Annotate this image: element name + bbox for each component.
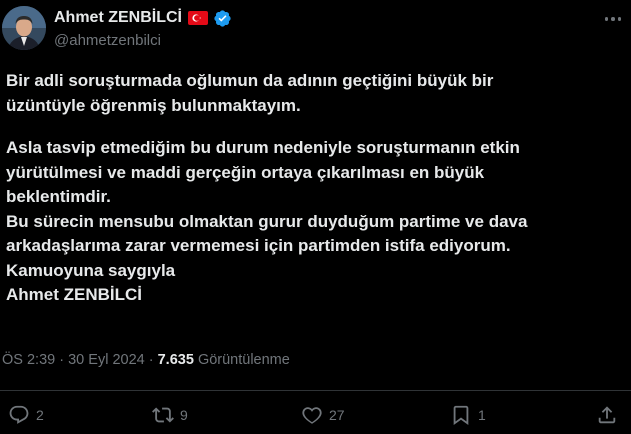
tweet-line: yürütülmesi ve maddi gerçeğin ortaya çık… <box>6 162 485 182</box>
reply-button[interactable]: 2 <box>8 402 44 428</box>
share-icon <box>598 406 616 424</box>
author-handle[interactable]: @ahmetzenbilci <box>54 32 161 49</box>
bookmark-button[interactable]: 1 <box>450 402 486 428</box>
reply-icon <box>9 405 29 424</box>
meta-separator: · <box>148 352 154 368</box>
tweet-line: arkadaşlarıma zarar vermemesi için parti… <box>6 236 511 255</box>
verified-badge-icon <box>214 10 231 27</box>
like-button[interactable]: 27 <box>301 402 345 428</box>
tweet-line: Asla tasvip etmediğim bu durum nedeniyle… <box>6 138 520 157</box>
tweet-line: Bir adli soruşturmada oğlumun da adının … <box>6 71 494 90</box>
repost-count: 9 <box>180 407 188 423</box>
tweet-line: beklentimdir. <box>6 187 111 206</box>
view-count-label: Görüntülenme <box>197 352 290 368</box>
repost-button[interactable]: 9 <box>152 402 188 428</box>
avatar-image <box>2 6 46 50</box>
meta-separator: · <box>59 352 65 368</box>
avatar[interactable] <box>2 6 46 50</box>
tweet-line: Kamuoyuna saygıyla <box>6 260 176 280</box>
tweet-date[interactable]: 30 Eyl 2024 <box>68 352 145 368</box>
divider <box>0 390 631 391</box>
tweet-text: Bir adli soruşturmada oğlumun da adının … <box>6 69 626 308</box>
more-options-icon[interactable] <box>600 10 626 28</box>
tweet-meta: ÖS 2:39 · 30 Eyl 2024 · 7.635 Görüntülen… <box>2 352 290 368</box>
tweet-time[interactable]: ÖS 2:39 <box>2 352 55 368</box>
bookmark-icon <box>453 405 469 426</box>
bookmark-count: 1 <box>478 407 486 423</box>
tweet-line: üzüntüyle öğrenmiş bulunmaktayım. <box>6 95 301 115</box>
tweet-line: Bu sürecin mensubu olmaktan gurur duyduğ… <box>6 211 528 231</box>
author-name[interactable]: Ahmet ZENBİLCİ <box>54 9 182 27</box>
tweet-line: Ahmet ZENBİLCİ <box>6 285 142 304</box>
share-button[interactable] <box>596 402 618 428</box>
heart-icon <box>302 407 322 424</box>
like-count: 27 <box>329 407 345 423</box>
repost-icon <box>152 407 174 423</box>
reply-count: 2 <box>36 407 44 423</box>
view-count: 7.635 <box>157 352 194 368</box>
turkey-flag-icon <box>188 11 208 25</box>
